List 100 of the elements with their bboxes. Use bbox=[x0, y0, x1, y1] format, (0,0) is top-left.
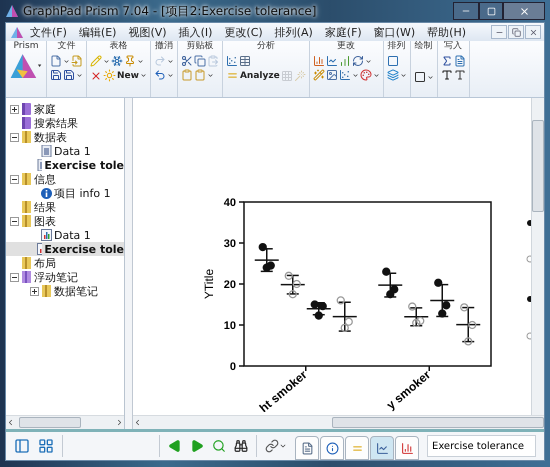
snowflake-icon[interactable] bbox=[111, 55, 123, 67]
caret-icon[interactable] bbox=[206, 72, 214, 78]
next-button[interactable] bbox=[190, 439, 204, 453]
tree-item[interactable]: Data 1 bbox=[54, 144, 91, 158]
text-icon[interactable] bbox=[440, 69, 453, 81]
square-icon[interactable] bbox=[386, 55, 399, 67]
delete-icon[interactable] bbox=[90, 70, 102, 82]
refresh-icon[interactable] bbox=[352, 55, 364, 67]
save-as-icon[interactable] bbox=[63, 69, 75, 81]
boxed-text-icon[interactable] bbox=[454, 69, 466, 81]
tree-item[interactable]: Exercise tole bbox=[44, 242, 124, 256]
menu-item[interactable]: 窗口(W) bbox=[368, 24, 422, 40]
vertical-scrollbar[interactable] bbox=[531, 98, 544, 415]
find-button[interactable] bbox=[212, 439, 226, 453]
restore-button[interactable] bbox=[508, 25, 524, 39]
image-icon[interactable] bbox=[326, 69, 338, 81]
y-axis-title: YTitle bbox=[202, 268, 216, 300]
horizontal-scrollbar[interactable] bbox=[6, 415, 124, 429]
y-tick-label: 20 bbox=[224, 279, 236, 291]
new-file-icon[interactable] bbox=[50, 55, 62, 67]
link-icon bbox=[265, 439, 279, 453]
analyze-button[interactable]: Analyze bbox=[226, 69, 280, 82]
tree-item[interactable]: 结果 bbox=[34, 200, 56, 214]
copy-icon[interactable] bbox=[194, 55, 206, 67]
mean-error-bar bbox=[404, 307, 428, 326]
layers-icon[interactable] bbox=[386, 69, 399, 81]
restore-icon bbox=[512, 28, 520, 36]
tree-item[interactable]: 数据笔记 bbox=[54, 284, 98, 298]
cut-icon[interactable] bbox=[180, 55, 193, 67]
scroll-right-icon[interactable] bbox=[115, 418, 124, 427]
table-icon[interactable] bbox=[238, 55, 251, 67]
collapse-icon[interactable] bbox=[10, 132, 19, 142]
menu-item[interactable]: 编辑(E) bbox=[72, 24, 122, 40]
collapse-icon[interactable] bbox=[10, 272, 19, 282]
sheet-tab[interactable] bbox=[395, 436, 419, 460]
book-icon bbox=[21, 103, 32, 115]
undo-icon[interactable] bbox=[154, 69, 166, 81]
menu-item[interactable]: 家庭(F) bbox=[318, 24, 368, 40]
caret-icon bbox=[279, 442, 287, 450]
menu-item[interactable]: 视图(V) bbox=[122, 24, 173, 40]
menu-item[interactable]: 更改(C) bbox=[218, 24, 269, 40]
menu-item[interactable]: 排列(A) bbox=[268, 24, 319, 40]
collapse-icon[interactable] bbox=[10, 216, 19, 226]
horizontal-scrollbar[interactable] bbox=[133, 415, 544, 429]
document-icon[interactable] bbox=[454, 55, 466, 67]
wand-icon[interactable] bbox=[312, 69, 325, 81]
navigator-toggle-button[interactable] bbox=[14, 438, 30, 454]
scroll-left-icon[interactable] bbox=[133, 418, 142, 427]
data-sheet-icon bbox=[36, 159, 42, 171]
tree-item[interactable]: 数据表 bbox=[34, 130, 67, 144]
palette-icon[interactable] bbox=[360, 69, 372, 81]
close-button[interactable] bbox=[503, 2, 545, 20]
formula-icon[interactable] bbox=[440, 55, 453, 67]
binoculars-button[interactable] bbox=[234, 439, 248, 453]
scroll-left-icon[interactable] bbox=[6, 418, 15, 427]
caret-icon[interactable] bbox=[400, 72, 407, 78]
expand-icon[interactable] bbox=[30, 286, 39, 296]
graph-sheet-icon bbox=[36, 243, 42, 255]
tree-item[interactable]: 家庭 bbox=[34, 102, 56, 116]
link-button[interactable] bbox=[265, 439, 287, 453]
expand-icon[interactable] bbox=[10, 104, 19, 114]
clipboard-icon[interactable] bbox=[180, 69, 193, 81]
collapse-icon[interactable] bbox=[10, 174, 19, 184]
caret-icon[interactable] bbox=[137, 58, 144, 64]
app-menu-icon[interactable] bbox=[10, 26, 24, 38]
bar-chart-icon[interactable] bbox=[312, 55, 325, 67]
sheet-name-field[interactable]: Exercise tolerance bbox=[427, 435, 536, 457]
data-sheet-icon bbox=[300, 442, 314, 454]
sheet-tab[interactable] bbox=[295, 436, 319, 460]
tree-item[interactable]: 搜索结果 bbox=[34, 116, 78, 130]
bar-chart-icon[interactable] bbox=[338, 55, 351, 67]
tree-item[interactable]: Exercise tole bbox=[44, 158, 124, 172]
tree-item[interactable]: 信息 bbox=[34, 172, 56, 186]
scatter-chart-icon[interactable] bbox=[338, 69, 351, 81]
line-chart-icon[interactable] bbox=[326, 55, 338, 67]
sheet-tab[interactable] bbox=[370, 436, 394, 460]
menu-item[interactable]: 帮助(H) bbox=[421, 24, 472, 40]
scatter-chart-icon[interactable] bbox=[226, 55, 238, 67]
sun-icon bbox=[103, 69, 116, 82]
caret-icon[interactable] bbox=[426, 74, 434, 80]
tree-item[interactable]: 浮动笔记 bbox=[34, 270, 78, 284]
maximize-button[interactable] bbox=[479, 2, 503, 20]
sheet-tab[interactable] bbox=[320, 436, 344, 460]
close-button[interactable] bbox=[525, 25, 541, 39]
tree-item[interactable]: 图表 bbox=[34, 214, 56, 228]
menu-item[interactable]: 插入(I) bbox=[172, 24, 218, 40]
minimize-button[interactable] bbox=[491, 25, 507, 39]
data-sheet-icon bbox=[41, 145, 52, 157]
tree-item[interactable]: 项目 info 1 bbox=[54, 186, 111, 200]
gallery-button[interactable] bbox=[38, 438, 54, 454]
new-button[interactable]: New bbox=[103, 69, 139, 82]
tree-item[interactable]: 布局 bbox=[34, 256, 56, 270]
caret-icon[interactable] bbox=[103, 58, 110, 64]
rectangle-icon[interactable] bbox=[414, 71, 426, 83]
clipboard-icon[interactable] bbox=[194, 69, 206, 81]
menu-item[interactable]: 文件(F) bbox=[24, 24, 73, 40]
previous-button[interactable] bbox=[168, 439, 182, 453]
tree-item[interactable]: Data 1 bbox=[54, 228, 91, 242]
save-icon[interactable] bbox=[50, 69, 62, 81]
tree-row-highlight[interactable]: Exercise tole bbox=[6, 242, 124, 256]
